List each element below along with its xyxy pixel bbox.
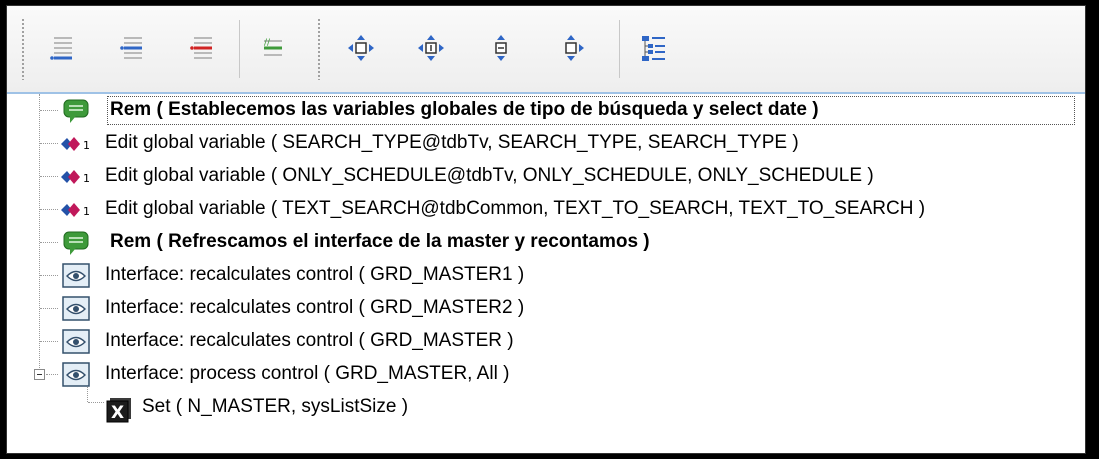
global-variable-icon: 1: [61, 170, 90, 185]
add-line-icon: [120, 37, 142, 59]
insert-line-icon: [50, 37, 72, 60]
svg-text:1: 1: [83, 172, 90, 185]
tree-view-icon: [642, 36, 665, 61]
svg-text:1: 1: [83, 139, 90, 152]
move-down-icon: [565, 35, 584, 61]
comment-line-icon: //: [264, 38, 282, 56]
toolbar-separator: [619, 20, 620, 78]
global-variable-icon: 1: [61, 203, 90, 218]
tree-row-label: Rem ( Refrescamos el interface de la mas…: [110, 231, 650, 252]
tree-guide-line: [46, 374, 58, 375]
move-left-right-icon: [418, 35, 444, 61]
tree-guide-line: [40, 308, 58, 309]
interface-eye-icon: [62, 296, 90, 321]
remove-line-button[interactable]: [183, 28, 223, 68]
move-up-icon: [495, 35, 507, 61]
tree-row-interface-recalculates[interactable]: Interface: recalculates control ( GRD_MA…: [7, 292, 1085, 325]
tree-guide-line: [40, 242, 58, 243]
tree-guide-line: [40, 275, 58, 276]
svg-text:X: X: [111, 403, 124, 423]
tree-guide-line: [88, 402, 104, 403]
script-editor-panel: // Rem (Establecemos las variables glob…: [6, 5, 1086, 454]
move-all-button[interactable]: [341, 28, 381, 68]
set-x-icon: X: [106, 398, 131, 423]
tree-row-label: Set ( N_MASTER, sysListSize ): [142, 396, 409, 417]
toolbar-grip[interactable]: [317, 18, 321, 80]
comment-bubble-icon: [63, 99, 89, 123]
interface-eye-icon: [62, 362, 90, 387]
global-variable-icon: 1: [61, 137, 90, 152]
tree-guide-line: [40, 143, 58, 144]
move-up-button[interactable]: [481, 28, 521, 68]
tree-row-rem[interactable]: Rem ( Establecemos las variables globale…: [7, 94, 1085, 127]
tree-guide-line: [40, 341, 58, 342]
tree-row-label: Rem ( Establecemos las variables globale…: [110, 99, 819, 120]
tree-row-set[interactable]: X Set ( N_MASTER, sysListSize ): [7, 391, 1085, 424]
tree-row-label: Interface: process control ( GRD_MASTER,…: [105, 363, 510, 384]
svg-text:1: 1: [83, 205, 90, 218]
toolbar: //: [7, 6, 1085, 94]
tree-row-label: Interface: recalculates control ( GRD_MA…: [105, 330, 514, 351]
tree-row-label: Edit global variable ( SEARCH_TYPE@tdbTv…: [105, 132, 799, 153]
tree-row-edit-global-variable[interactable]: 1 Edit global variable ( TEXT_SEARCH@tdb…: [7, 193, 1085, 226]
move-left-right-button[interactable]: [411, 28, 451, 68]
tree-guide-line: [40, 110, 58, 111]
toolbar-separator: [239, 20, 240, 78]
script-tree: Rem ( Establecemos las variables globale…: [7, 94, 1085, 453]
tree-row-edit-global-variable[interactable]: 1 Edit global variable ( SEARCH_TYPE@tdb…: [7, 127, 1085, 160]
tree-row-label: Edit global variable ( ONLY_SCHEDULE@tdb…: [105, 165, 874, 186]
toolbar-grip[interactable]: [21, 18, 25, 80]
tree-guide-line: [40, 176, 58, 177]
tree-row-edit-global-variable[interactable]: 1 Edit global variable ( ONLY_SCHEDULE@t…: [7, 160, 1085, 193]
tree-row-label: Interface: recalculates control ( GRD_MA…: [105, 264, 525, 285]
insert-line-button[interactable]: [43, 28, 83, 68]
interface-eye-icon: [62, 263, 90, 288]
tree-row-label: Edit global variable ( TEXT_SEARCH@tdbCo…: [105, 198, 926, 219]
collapse-toggle[interactable]: [34, 369, 45, 380]
comment-bubble-icon: [63, 231, 89, 255]
tree-row-interface-recalculates[interactable]: Interface: recalculates control ( GRD_MA…: [7, 325, 1085, 358]
move-all-icon: [348, 35, 374, 61]
add-line-button[interactable]: [113, 28, 153, 68]
tree-row-label: Interface: recalculates control ( GRD_MA…: [105, 297, 525, 318]
interface-eye-icon: [62, 329, 90, 354]
tree-guide-line: [40, 209, 58, 210]
svg-text://: //: [264, 38, 271, 48]
move-down-button[interactable]: [551, 28, 591, 68]
comment-line-button[interactable]: //: [253, 28, 293, 68]
tree-row-interface-process[interactable]: Interface: process control ( GRD_MASTER,…: [7, 358, 1085, 391]
tree-view-button[interactable]: [633, 28, 673, 68]
remove-line-icon: [190, 37, 212, 59]
tree-row-interface-recalculates[interactable]: Interface: recalculates control ( GRD_MA…: [7, 259, 1085, 292]
tree-row-rem[interactable]: Rem ( Refrescamos el interface de la mas…: [7, 226, 1085, 259]
